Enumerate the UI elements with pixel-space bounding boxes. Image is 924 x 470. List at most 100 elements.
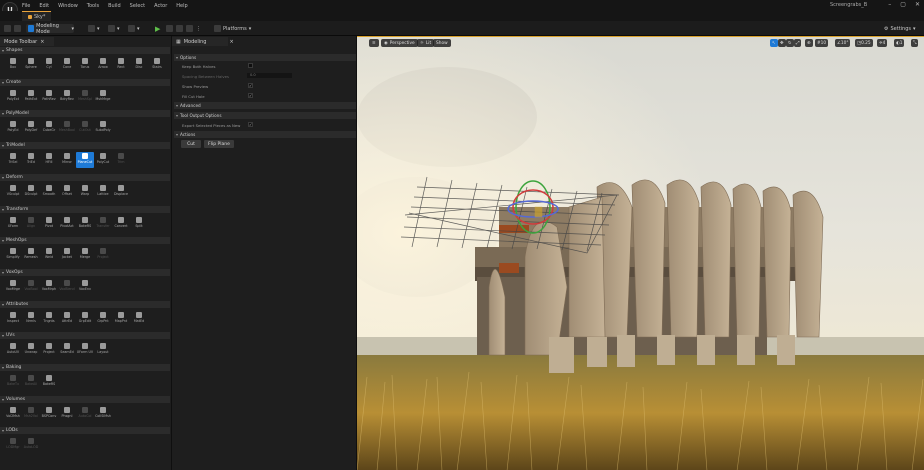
section-header-lods[interactable]: LODs	[0, 427, 170, 435]
tool-button-attred[interactable]: AttrEd	[58, 311, 76, 327]
blueprint-button[interactable]: ▾	[108, 24, 120, 33]
viewport-options-button[interactable]: ≡	[369, 39, 379, 47]
tool-button-weld[interactable]: Weld	[40, 247, 58, 263]
tool-button-polycut[interactable]: PolyCut	[94, 152, 112, 168]
section-header-create[interactable]: Create	[0, 78, 170, 86]
tool-button-polyed[interactable]: PolyEd	[4, 120, 22, 136]
tool-button-mshmrge[interactable]: MshMrge	[94, 89, 112, 105]
tool-button-arrow[interactable]: Arrow	[94, 57, 112, 73]
view-mode-button[interactable]: ☼ Lit	[417, 39, 435, 47]
show-button[interactable]: Show	[433, 39, 451, 47]
tool-button-mated[interactable]: MatEd	[130, 311, 148, 327]
menu-item-file[interactable]: File	[22, 3, 30, 9]
tool-button-unwrap[interactable]: Unwrap	[22, 342, 40, 358]
tool-button-pivotact[interactable]: PivotAct	[58, 216, 76, 232]
tool-button-remesh[interactable]: Remesh	[22, 247, 40, 263]
tool-button-collslmsh[interactable]: CollSlMsh	[94, 406, 112, 422]
tool-button-split[interactable]: Split	[130, 216, 148, 232]
section-header-attributes[interactable]: Attributes	[0, 300, 170, 308]
tool-button-voxenv[interactable]: VoxEnv	[76, 279, 94, 295]
tool-button-dsculpt[interactable]: DSculpt	[22, 184, 40, 200]
tool-button-autouv[interactable]: AutoUV	[4, 342, 22, 358]
play-options-button[interactable]: ⋮	[196, 24, 201, 33]
tool-button-project[interactable]: Project	[94, 247, 112, 263]
scale-snap-button[interactable]: ◳ 0.25	[855, 39, 873, 47]
tool-button-tried[interactable]: TriEd	[22, 152, 40, 168]
section-header-shapes[interactable]: Shapes	[0, 47, 170, 54]
close-tab-icon[interactable]: ×	[40, 39, 44, 45]
section-header-baking[interactable]: Baking	[0, 364, 170, 371]
tool-button-seamed[interactable]: SeamEd	[58, 342, 76, 358]
tool-button-autocol[interactable]: AutoCol	[76, 406, 94, 422]
tool-button-smooth[interactable]: Smooth	[40, 184, 58, 200]
tool-button-msh2vol[interactable]: Msh2Vol	[22, 406, 40, 422]
tool-button-mirror[interactable]: Mirror	[58, 152, 76, 168]
menu-item-window[interactable]: Window	[58, 3, 78, 9]
tool-button-bdryrev[interactable]: BdryRev	[58, 89, 76, 105]
tool-button-layout[interactable]: Layout	[94, 342, 112, 358]
fov-button[interactable]: ◐ 1	[894, 39, 905, 47]
settings-button[interactable]: ⚙ Settings ▾	[884, 24, 916, 33]
play-button[interactable]: ▶	[155, 24, 160, 33]
options-header[interactable]: Options	[174, 54, 356, 61]
tool-button-baketx[interactable]: BakeTx	[4, 374, 22, 390]
tool-button-phsgni[interactable]: PhsgnI	[58, 406, 76, 422]
tool-button-inspect[interactable]: Inspect	[4, 311, 22, 327]
tool-button-offset[interactable]: Offset	[58, 184, 76, 200]
tool-button-meshbool[interactable]: MeshBool	[58, 120, 76, 136]
rotation-snap-button[interactable]: ∠ 10°	[835, 39, 851, 47]
tool-button-displace[interactable]: Displace	[112, 184, 130, 200]
tool-button-torus[interactable]: Torus	[76, 57, 94, 73]
prop-checkbox[interactable]	[248, 93, 253, 98]
tool-button-pathrev[interactable]: PathRev	[40, 89, 58, 105]
actions-header[interactable]: Actions	[174, 131, 356, 138]
tool-button-voxmrge[interactable]: VoxMrge	[4, 279, 22, 295]
tool-button-pathext[interactable]: PathExt	[22, 89, 40, 105]
tool-button-hfill[interactable]: HFill	[40, 152, 58, 168]
tool-button-tngnts[interactable]: Tngnts	[40, 311, 58, 327]
cut-button[interactable]: Cut	[181, 140, 201, 148]
tool-button-voxbool[interactable]: VoxBool	[22, 279, 40, 295]
prop-checkbox[interactable]	[248, 83, 253, 88]
tool-button-bakeall[interactable]: BakeAll	[22, 374, 40, 390]
prop-number-field[interactable]: 0.0	[247, 73, 292, 78]
tool-button-simplify[interactable]: Simplify	[4, 247, 22, 263]
tool-button-cyl[interactable]: Cyl	[40, 57, 58, 73]
maximize-button[interactable]: ▢	[900, 1, 906, 8]
tool-button-xform[interactable]: XForm	[4, 216, 22, 232]
modeling-tab[interactable]: ▦ Modeling ×	[172, 37, 234, 46]
section-header-trimodel[interactable]: TriModel	[0, 142, 170, 150]
map-tab[interactable]: Sky*	[22, 11, 52, 21]
prop-checkbox[interactable]	[248, 63, 253, 68]
grid-snap-button[interactable]: #10	[815, 39, 829, 47]
tool-button-cutout[interactable]: CutOut	[76, 120, 94, 136]
minimize-button[interactable]: –	[888, 1, 891, 8]
level-viewport[interactable]: ≡ ◉ Perspective ☼ Lit Show ↖ ✥ ↻ ⤢ ⊕ #10…	[357, 36, 924, 470]
world-space-button[interactable]: ⊕	[805, 39, 813, 47]
section-header-polymodel[interactable]: PolyModel	[0, 110, 170, 118]
stop-button[interactable]	[176, 24, 183, 33]
tool-button-grppnt[interactable]: GrpPnt	[94, 311, 112, 327]
mode-selector[interactable]: Modeling Mode ▾	[26, 23, 74, 35]
close-button[interactable]: ✕	[915, 1, 920, 8]
cinematics-button[interactable]: ▾	[128, 24, 140, 33]
tool-output-header[interactable]: Tool Output Options	[174, 112, 356, 119]
menu-item-actor[interactable]: Actor	[154, 3, 167, 9]
tool-button-xform-uv[interactable]: XForm UV	[76, 342, 94, 358]
translate-mode-button[interactable]: ✥	[778, 39, 786, 47]
tool-button-polydef[interactable]: PolyDef	[22, 120, 40, 136]
tool-button-vol2msh[interactable]: Vol2Msh	[4, 406, 22, 422]
tool-button-sphere[interactable]: Sphere	[22, 57, 40, 73]
eject-button[interactable]	[186, 24, 193, 33]
menu-item-tools[interactable]: Tools	[87, 3, 99, 9]
tool-button-convert[interactable]: Convert	[112, 216, 130, 232]
tool-button-voxblend[interactable]: VoxBlend	[58, 279, 76, 295]
tool-button-voxmrph[interactable]: VoxMrph	[40, 279, 58, 295]
tool-button-merge[interactable]: Merge	[76, 247, 94, 263]
add-actor-button[interactable]: ▾	[88, 24, 100, 33]
select-mode-button[interactable]: ↖	[770, 39, 778, 47]
close-tab-icon[interactable]: ×	[229, 39, 233, 45]
menu-item-select[interactable]: Select	[130, 3, 145, 9]
flip-plane-button[interactable]: Flip Plane	[204, 140, 234, 148]
tool-button-subdpoly[interactable]: SubdPoly	[94, 120, 112, 136]
